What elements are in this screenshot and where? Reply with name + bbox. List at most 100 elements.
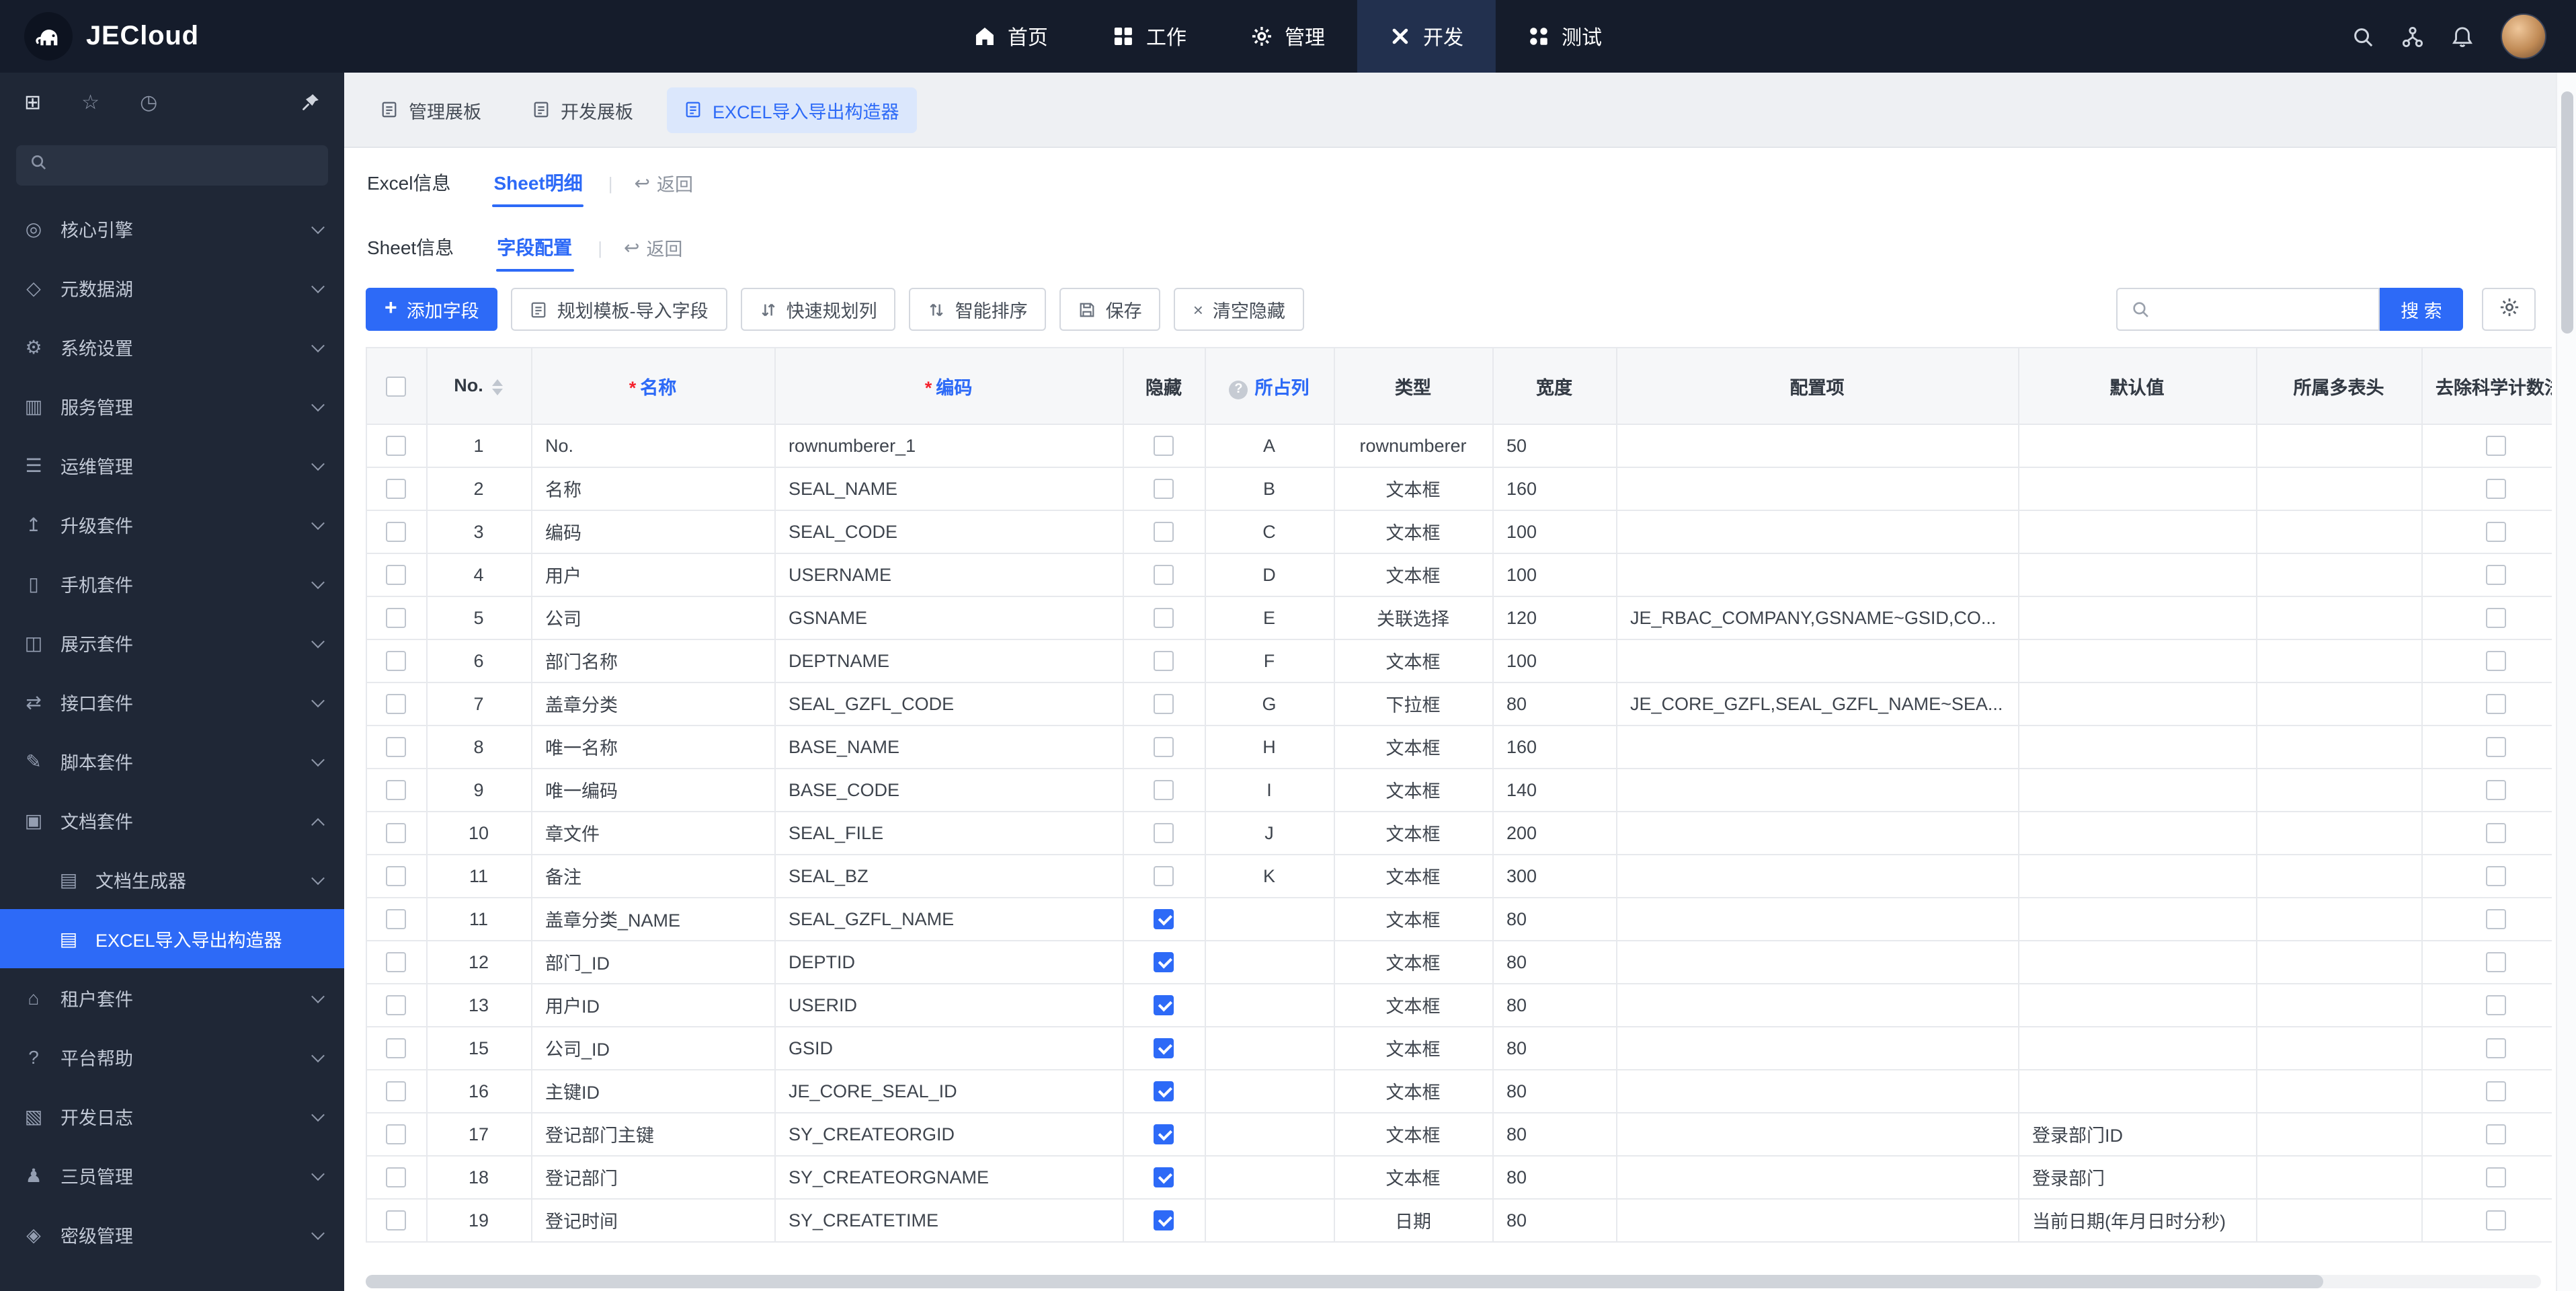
search-icon[interactable] bbox=[2351, 25, 2374, 48]
sidebar-item-9[interactable]: ✎ 脚本套件 bbox=[0, 732, 344, 791]
hidden-checkbox[interactable] bbox=[1154, 951, 1174, 972]
vertical-scrollbar[interactable] bbox=[2556, 73, 2576, 1291]
row-select-checkbox[interactable] bbox=[386, 1167, 407, 1187]
sci-notation-checkbox[interactable] bbox=[2485, 693, 2505, 714]
row-select-checkbox[interactable] bbox=[386, 994, 407, 1015]
sci-notation-checkbox[interactable] bbox=[2485, 564, 2505, 585]
sidebar-item-6[interactable]: ▯ 手机套件 bbox=[0, 554, 344, 613]
hidden-checkbox[interactable] bbox=[1154, 908, 1174, 929]
bell-icon[interactable] bbox=[2451, 25, 2474, 48]
apps-grid-icon[interactable]: ⊞ bbox=[24, 90, 41, 114]
org-chart-icon[interactable] bbox=[2401, 25, 2424, 48]
sci-notation-checkbox[interactable] bbox=[2485, 1081, 2505, 1101]
row-select-checkbox[interactable] bbox=[386, 521, 407, 542]
hidden-checkbox[interactable] bbox=[1154, 1167, 1174, 1187]
row-select-checkbox[interactable] bbox=[386, 1081, 407, 1101]
table-search-box[interactable] bbox=[2116, 288, 2380, 331]
horizontal-scrollbar[interactable] bbox=[366, 1275, 2541, 1288]
sci-notation-checkbox[interactable] bbox=[2485, 951, 2505, 972]
sidebar-item-4[interactable]: ☰ 运维管理 bbox=[0, 436, 344, 495]
hidden-checkbox[interactable] bbox=[1154, 994, 1174, 1015]
smart-sort-button[interactable]: 保存 智能排序 bbox=[909, 288, 1047, 331]
table-row[interactable]: 8 唯一名称 BASE_NAME H 文本框 160 bbox=[367, 725, 2552, 769]
sidebar-item-10[interactable]: ▣ 文档套件 bbox=[0, 791, 344, 850]
hidden-checkbox[interactable] bbox=[1154, 650, 1174, 671]
table-row[interactable]: 10 章文件 SEAL_FILE J 文本框 200 bbox=[367, 811, 2552, 855]
back-button[interactable]: ↩ 返回 bbox=[624, 234, 682, 261]
tab-dev-board[interactable]: 开发展板 bbox=[515, 87, 651, 132]
sci-notation-checkbox[interactable] bbox=[2485, 607, 2505, 628]
table-row[interactable]: 16 主键ID JE_CORE_SEAL_ID 文本框 80 bbox=[367, 1069, 2552, 1113]
hidden-checkbox[interactable] bbox=[1154, 865, 1174, 886]
recent-clock-icon[interactable]: ◷ bbox=[140, 90, 157, 114]
sci-notation-checkbox[interactable] bbox=[2485, 822, 2505, 843]
back-button[interactable]: ↩ 返回 bbox=[635, 169, 693, 196]
row-select-checkbox[interactable] bbox=[386, 736, 407, 757]
hidden-checkbox[interactable] bbox=[1154, 693, 1174, 714]
nav-item-4[interactable]: 测试 bbox=[1496, 0, 1634, 73]
tab-sheet-info[interactable]: Sheet信息 bbox=[366, 219, 455, 276]
row-select-checkbox[interactable] bbox=[386, 1038, 407, 1058]
sidebar-item-11[interactable]: ▤ 文档生成器 bbox=[0, 850, 344, 909]
row-select-checkbox[interactable] bbox=[386, 822, 407, 843]
sci-notation-checkbox[interactable] bbox=[2485, 1038, 2505, 1058]
tab-field-config[interactable]: 字段配置 bbox=[495, 219, 574, 276]
sidebar-item-8[interactable]: ⇄ 接口套件 bbox=[0, 672, 344, 732]
app-logo[interactable]: JECloud bbox=[0, 12, 344, 61]
sidebar-item-13[interactable]: ⌂ 租户套件 bbox=[0, 968, 344, 1027]
nav-item-3[interactable]: 开发 bbox=[1357, 0, 1496, 73]
table-settings-button[interactable] bbox=[2482, 288, 2536, 331]
tab-excel-info[interactable]: Excel信息 bbox=[366, 155, 452, 211]
sidebar-item-17[interactable]: ◈ 密级管理 bbox=[0, 1205, 344, 1264]
sidebar-item-14[interactable]: ? 平台帮助 bbox=[0, 1027, 344, 1087]
row-select-checkbox[interactable] bbox=[386, 693, 407, 714]
save-button[interactable]: 保存 bbox=[1059, 288, 1161, 331]
sci-notation-checkbox[interactable] bbox=[2485, 478, 2505, 499]
row-select-checkbox[interactable] bbox=[386, 1210, 407, 1230]
table-row[interactable]: 19 登记时间 SY_CREATETIME 日期 80 当前日期(年月日时分秒) bbox=[367, 1198, 2552, 1242]
favorites-star-icon[interactable]: ☆ bbox=[81, 90, 99, 114]
table-row[interactable]: 11 备注 SEAL_BZ K 文本框 300 bbox=[367, 854, 2552, 898]
row-select-checkbox[interactable] bbox=[386, 1124, 407, 1144]
table-row[interactable]: 17 登记部门主键 SY_CREATEORGID 文本框 80 登录部门ID bbox=[367, 1112, 2552, 1156]
hidden-checkbox[interactable] bbox=[1154, 478, 1174, 499]
hidden-checkbox[interactable] bbox=[1154, 1210, 1174, 1230]
sidebar-item-3[interactable]: ▥ 服务管理 bbox=[0, 377, 344, 436]
sci-notation-checkbox[interactable] bbox=[2485, 865, 2505, 886]
sci-notation-checkbox[interactable] bbox=[2485, 908, 2505, 929]
table-row[interactable]: 12 部门_ID DEPTID 文本框 80 bbox=[367, 940, 2552, 984]
sci-notation-checkbox[interactable] bbox=[2485, 994, 2505, 1015]
sci-notation-checkbox[interactable] bbox=[2485, 736, 2505, 757]
hidden-checkbox[interactable] bbox=[1154, 779, 1174, 800]
tab-excel-builder[interactable]: EXCEL导入导出构造器 bbox=[667, 87, 917, 132]
hidden-checkbox[interactable] bbox=[1154, 607, 1174, 628]
sci-notation-checkbox[interactable] bbox=[2485, 1210, 2505, 1230]
sci-notation-checkbox[interactable] bbox=[2485, 435, 2505, 456]
table-row[interactable]: 7 盖章分类 SEAL_GZFL_CODE G 下拉框 80 JE_CORE_GZFL,SE… bbox=[367, 682, 2552, 726]
row-select-checkbox[interactable] bbox=[386, 951, 407, 972]
sort-icon[interactable] bbox=[492, 379, 504, 395]
table-row[interactable]: 5 公司 GSNAME E 关联选择 120 JE_RBAC_COMPANY,GSNAME~… bbox=[367, 596, 2552, 639]
table-row[interactable]: 4 用户 USERNAME D 文本框 100 bbox=[367, 553, 2552, 596]
table-row[interactable]: 13 用户ID USERID 文本框 80 bbox=[367, 983, 2552, 1027]
table-row[interactable]: 6 部门名称 DEPTNAME F 文本框 100 bbox=[367, 639, 2552, 682]
hidden-checkbox[interactable] bbox=[1154, 822, 1174, 843]
row-select-checkbox[interactable] bbox=[386, 564, 407, 585]
table-row[interactable]: 15 公司_ID GSID 文本框 80 bbox=[367, 1026, 2552, 1070]
sci-notation-checkbox[interactable] bbox=[2485, 521, 2505, 542]
table-search-input[interactable] bbox=[2161, 299, 2365, 319]
search-button[interactable]: 搜 索 bbox=[2380, 288, 2463, 331]
sidebar-item-7[interactable]: ◫ 展示套件 bbox=[0, 613, 344, 672]
sci-notation-checkbox[interactable] bbox=[2485, 1124, 2505, 1144]
pin-icon[interactable] bbox=[301, 93, 320, 112]
sidebar-item-5[interactable]: ↥ 升级套件 bbox=[0, 495, 344, 554]
row-select-checkbox[interactable] bbox=[386, 435, 407, 456]
sidebar-item-16[interactable]: ♟ 三员管理 bbox=[0, 1146, 344, 1205]
sidebar-item-15[interactable]: ▧ 开发日志 bbox=[0, 1087, 344, 1146]
row-select-checkbox[interactable] bbox=[386, 865, 407, 886]
sidebar-item-1[interactable]: ◇ 元数据湖 bbox=[0, 258, 344, 317]
user-avatar[interactable] bbox=[2501, 13, 2546, 59]
sidebar-item-12[interactable]: ▤ EXCEL导入导出构造器 bbox=[0, 909, 344, 968]
hidden-checkbox[interactable] bbox=[1154, 736, 1174, 757]
row-select-checkbox[interactable] bbox=[386, 908, 407, 929]
